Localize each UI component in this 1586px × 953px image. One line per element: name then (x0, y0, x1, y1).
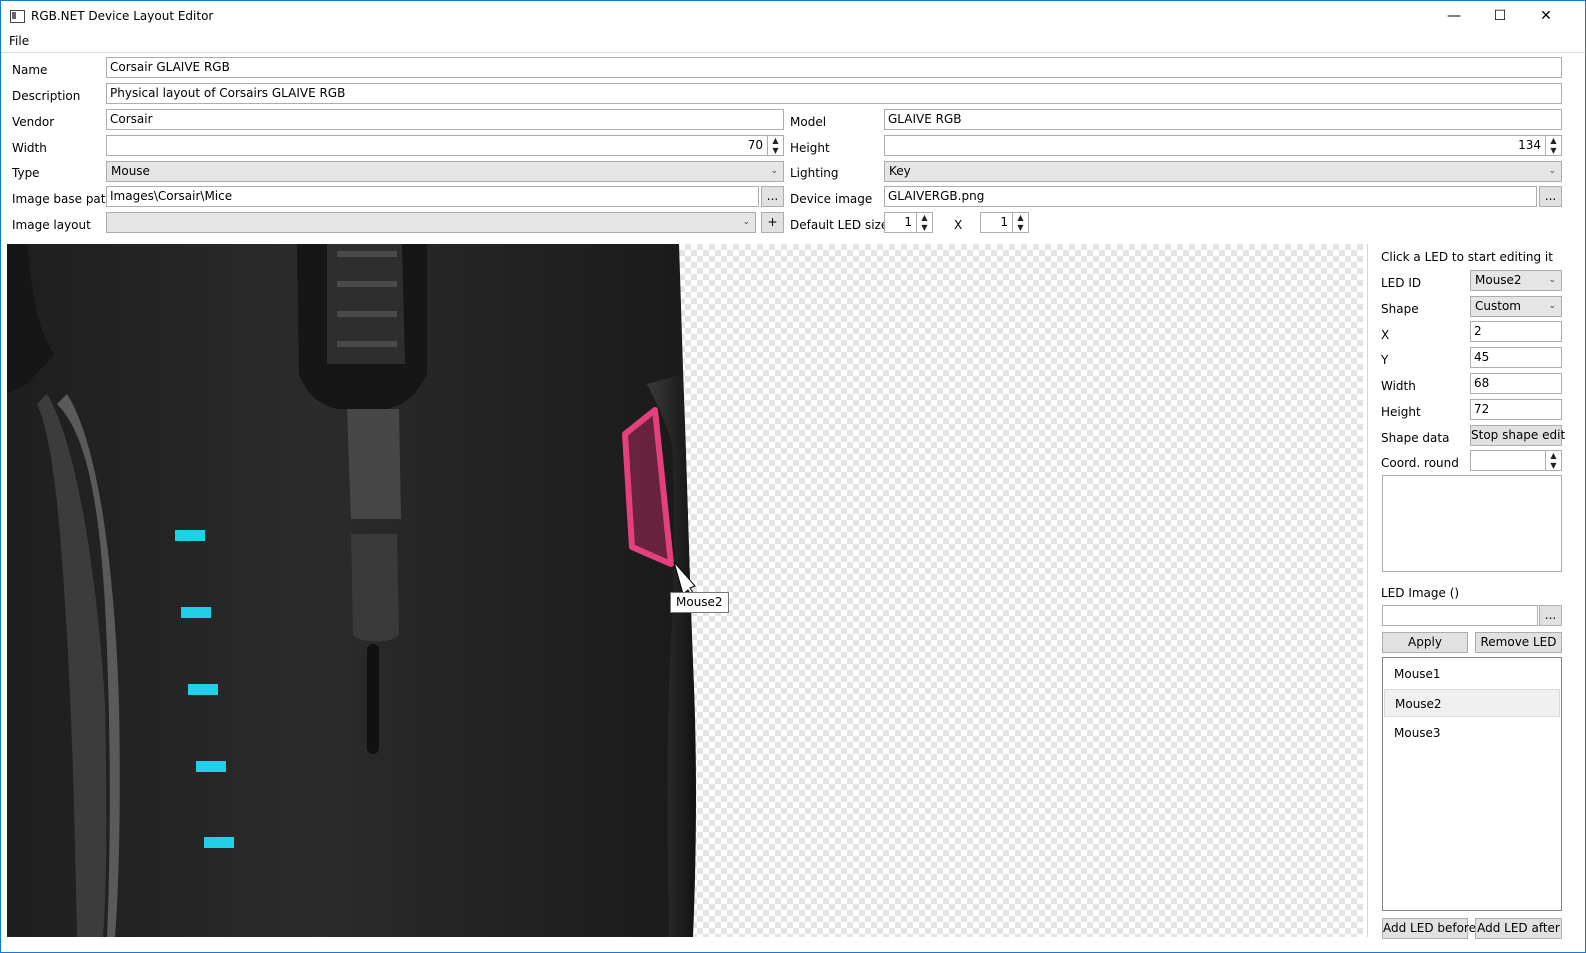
window-title: RGB.NET Device Layout Editor (31, 9, 214, 23)
y-label: Y (1381, 353, 1389, 367)
type-select[interactable]: Mouse ⌄ (106, 161, 784, 182)
apply-button[interactable]: Apply (1382, 632, 1468, 653)
minimize-button[interactable]: — (1431, 1, 1477, 31)
vendor-label: Vendor (12, 115, 55, 129)
panel-splitter[interactable] (1367, 244, 1368, 937)
shape-select-value: Custom (1475, 299, 1521, 313)
spin-down-icon[interactable]: ▼ (1546, 146, 1561, 156)
coord-round-spinner[interactable]: ▲ ▼ (1545, 451, 1561, 470)
led-size-x-label: X (954, 218, 963, 232)
type-label: Type (12, 166, 40, 180)
menu-file[interactable]: File (9, 34, 29, 48)
shape-data-label: Shape data (1381, 431, 1450, 445)
vendor-field[interactable]: Corsair (106, 109, 784, 130)
model-label: Model (790, 115, 827, 129)
stop-shape-edit-button[interactable]: Stop shape edit (1470, 425, 1565, 446)
coord-round-label: Coord. round (1381, 456, 1459, 470)
browse-base-path-button[interactable]: ... (761, 186, 784, 207)
type-select-value: Mouse (111, 164, 150, 178)
name-label: Name (12, 63, 48, 77)
led-image-field[interactable] (1382, 605, 1538, 626)
spin-up-icon[interactable]: ▲ (917, 213, 932, 223)
led-indicator[interactable] (204, 837, 234, 848)
device-image (7, 244, 696, 937)
shape-data-textarea[interactable] (1382, 475, 1562, 572)
led-id-select-value: Mouse2 (1475, 273, 1522, 287)
menu-bar: File (1, 32, 1585, 52)
height-field[interactable]: 134 (884, 135, 1562, 156)
chevron-down-icon: ⌄ (1548, 166, 1556, 176)
image-layout-select[interactable]: ⌄ (106, 212, 756, 233)
browse-led-image-button[interactable]: ... (1539, 605, 1562, 626)
list-item[interactable]: Mouse1 (1384, 660, 1560, 688)
add-led-before-button[interactable]: Add LED before (1382, 918, 1476, 939)
chevron-down-icon: ⌄ (770, 166, 778, 176)
chevron-down-icon: ⌄ (1548, 301, 1556, 311)
model-field[interactable]: GLAIVE RGB (884, 109, 1562, 130)
edit-hint: Click a LED to start editing it (1381, 250, 1553, 264)
led-list[interactable]: Mouse1 Mouse2 Mouse3 (1382, 657, 1562, 911)
led-size-width-spinner[interactable]: ▲ ▼ (916, 213, 932, 232)
led-size-height-spinner[interactable]: ▲ ▼ (1012, 213, 1028, 232)
led-id-select[interactable]: Mouse2 ⌄ (1470, 270, 1562, 291)
spin-down-icon[interactable]: ▼ (768, 146, 783, 156)
maximize-button[interactable]: ☐ (1477, 1, 1523, 31)
close-button[interactable]: ✕ (1523, 1, 1569, 31)
spin-down-icon[interactable]: ▼ (1546, 461, 1561, 471)
width-spinner[interactable]: ▲ ▼ (767, 136, 783, 155)
spin-up-icon[interactable]: ▲ (1546, 136, 1561, 146)
spin-down-icon[interactable]: ▼ (917, 223, 932, 233)
shape-label: Shape (1381, 302, 1419, 316)
device-image-field[interactable]: GLAIVERGB.png (884, 186, 1537, 207)
led-height-label: Height (1381, 405, 1421, 419)
height-label: Height (790, 141, 830, 155)
name-field[interactable]: Corsair GLAIVE RGB (106, 57, 1562, 78)
height-spinner[interactable]: ▲ ▼ (1545, 136, 1561, 155)
x-field[interactable]: 2 (1470, 321, 1562, 342)
description-label: Description (12, 89, 81, 103)
spin-up-icon[interactable]: ▲ (1546, 451, 1561, 461)
led-image-label: LED Image () (1381, 586, 1460, 600)
chevron-down-icon: ⌄ (1548, 275, 1556, 285)
description-field[interactable]: Physical layout of Corsairs GLAIVE RGB (106, 83, 1562, 104)
title-bar: RGB.NET Device Layout Editor — ☐ ✕ (1, 1, 1585, 31)
y-field[interactable]: 45 (1470, 347, 1562, 368)
device-image-label: Device image (790, 192, 873, 206)
default-led-size-label: Default LED size (790, 218, 889, 232)
lighting-select[interactable]: Key ⌄ (884, 161, 1562, 182)
browse-device-image-button[interactable]: ... (1539, 186, 1562, 207)
image-base-path-label: Image base path (12, 192, 114, 206)
width-field[interactable]: 70 (106, 135, 784, 156)
lighting-select-value: Key (889, 164, 911, 178)
menu-divider (1, 52, 1585, 53)
lighting-label: Lighting (790, 166, 839, 180)
list-item[interactable]: Mouse3 (1384, 719, 1560, 747)
led-tooltip: Mouse2 (670, 592, 729, 613)
image-layout-label: Image layout (12, 218, 91, 232)
led-indicator[interactable] (196, 761, 226, 772)
list-item[interactable]: Mouse2 (1384, 689, 1560, 717)
remove-led-button[interactable]: Remove LED (1475, 632, 1562, 653)
add-led-after-button[interactable]: Add LED after (1475, 918, 1562, 939)
chevron-down-icon: ⌄ (742, 217, 750, 227)
led-indicator[interactable] (181, 607, 211, 618)
led-indicator[interactable] (188, 684, 218, 695)
led-width-field[interactable]: 68 (1470, 373, 1562, 394)
image-base-path-field[interactable]: Images\Corsair\Mice (106, 186, 759, 207)
spin-down-icon[interactable]: ▼ (1013, 223, 1028, 233)
device-canvas[interactable] (7, 244, 1363, 937)
width-label: Width (12, 141, 47, 155)
x-label: X (1381, 328, 1390, 342)
led-id-label: LED ID (1381, 276, 1422, 290)
spin-up-icon[interactable]: ▲ (1013, 213, 1028, 223)
main-window: RGB.NET Device Layout Editor — ☐ ✕ File … (0, 0, 1586, 953)
led-height-field[interactable]: 72 (1470, 399, 1562, 420)
app-icon (10, 10, 25, 23)
add-image-layout-button[interactable]: + (761, 212, 784, 233)
shape-select[interactable]: Custom ⌄ (1470, 296, 1562, 317)
spin-up-icon[interactable]: ▲ (768, 136, 783, 146)
led-indicator[interactable] (175, 530, 205, 541)
led-width-label: Width (1381, 379, 1416, 393)
